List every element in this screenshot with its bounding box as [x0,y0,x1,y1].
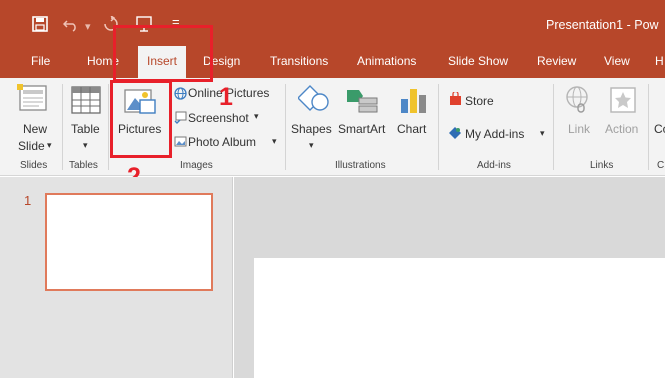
group-separator [285,84,286,170]
group-label-cutoff: C [657,160,665,171]
table-label[interactable]: Table [71,122,100,136]
photo-album-button[interactable]: Photo Album [188,135,256,149]
slide-canvas[interactable] [254,258,665,378]
smartart-label[interactable]: SmartArt [338,122,385,136]
smartart-icon[interactable] [345,86,379,119]
shapes-dropdown-icon[interactable]: ▾ [309,140,314,151]
store-icon[interactable] [449,90,462,111]
slide-thumbnail[interactable] [45,193,213,291]
photo-album-dropdown-icon[interactable]: ▾ [272,136,277,147]
tab-slide-show[interactable]: Slide Show [448,54,508,68]
screenshot-icon[interactable] [174,111,187,129]
group-label-illustrations: Illustrations [335,160,386,171]
new-slide-label-2[interactable]: Slide [18,139,45,153]
comments-label-cutoff[interactable]: Co [654,122,665,136]
tab-help[interactable]: H [655,54,664,68]
my-addins-dropdown-icon[interactable]: ▾ [540,128,545,139]
slide-number: 1 [24,193,32,208]
tab-review[interactable]: Review [537,54,576,68]
store-button[interactable]: Store [465,94,494,108]
ribbon-tab-row: File Home Insert Design Transitions Anim… [0,46,665,78]
chart-icon[interactable] [399,85,429,120]
my-addins-button[interactable]: My Add-ins [465,127,524,141]
online-pictures-icon[interactable] [174,87,187,105]
undo-dropdown-icon[interactable]: ▾ [85,19,91,35]
highlight-insert-tab [113,25,213,82]
document-title: Presentation1 - Pow [546,18,659,32]
table-icon[interactable] [71,86,101,119]
new-slide-label[interactable]: New [23,122,47,136]
group-label-images: Images [180,160,213,171]
tab-animations[interactable]: Animations [357,54,416,68]
tab-transitions[interactable]: Transitions [270,54,328,68]
group-separator [108,84,109,170]
tab-view[interactable]: View [604,54,630,68]
shapes-label[interactable]: Shapes [291,122,332,136]
new-slide-dropdown-icon[interactable]: ▾ [47,140,52,151]
link-label[interactable]: Link [568,122,590,136]
group-label-slides: Slides [20,160,48,171]
highlight-pictures-button [110,80,172,158]
group-label-addins: Add-ins [477,160,511,171]
shapes-icon[interactable] [297,84,330,119]
chart-label[interactable]: Chart [397,122,426,136]
action-label[interactable]: Action [605,122,638,136]
table-dropdown-icon[interactable]: ▾ [83,140,88,151]
screenshot-button[interactable]: Screenshot [188,111,249,125]
tab-file[interactable]: File [31,54,50,68]
screenshot-dropdown-icon[interactable]: ▾ [254,111,259,122]
save-icon[interactable] [32,16,48,36]
group-separator [438,84,439,170]
group-label-tables: Tables [69,160,98,171]
my-addins-icon[interactable] [448,126,462,145]
undo-icon[interactable] [62,16,79,36]
photo-album-icon[interactable] [174,135,187,153]
action-icon[interactable] [609,86,637,119]
new-slide-icon[interactable] [17,84,51,119]
step-1-marker: 1 [219,83,233,111]
group-separator [648,84,649,170]
title-bar: ▾ = Presentation1 - Pow [0,0,665,46]
group-separator [553,84,554,170]
group-label-links: Links [590,160,614,171]
group-separator [62,84,63,170]
link-icon[interactable] [564,85,594,120]
ribbon-insert: New Slide ▾ Slides Table ▾ Tables Pictur… [0,78,665,176]
